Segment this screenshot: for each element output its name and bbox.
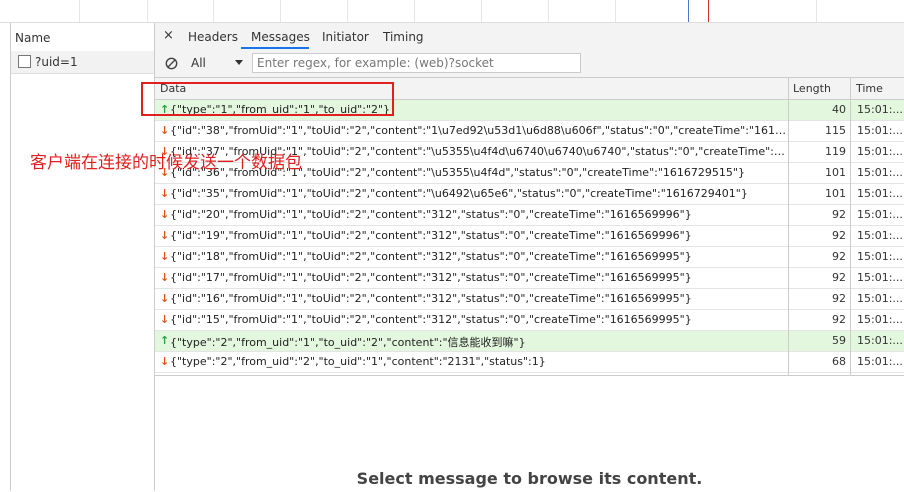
message-filter-input[interactable] (252, 53, 581, 73)
received-message-row[interactable]: ↓ {"id":"38","fromUid":"1","toUid":"2","c… (155, 121, 904, 142)
message-time: 15:01:... (857, 166, 902, 179)
message-data: {"type":"2","from_uid":"2","to_uid":"1",… (170, 355, 546, 368)
message-content-pane: Select message to browse its content. (155, 375, 904, 492)
dom-content-loaded-marker (688, 0, 689, 22)
name-column-header[interactable]: Name (11, 23, 154, 52)
empty-message-hint: Select message to browse its content. (356, 469, 703, 488)
received-message-row[interactable]: ↓ {"id":"18","fromUid":"1","toUid":"2","c… (155, 247, 904, 268)
received-message-row[interactable]: ↓ {"type":"2","from_uid":"2","to_uid":"1"… (155, 352, 904, 373)
message-data: {"id":"17","fromUid":"1","toUid":"2","co… (170, 271, 692, 284)
arrow-down-icon: ↓ (160, 229, 170, 242)
message-length: 101 (825, 166, 846, 179)
message-time: 15:01:... (857, 229, 902, 242)
active-tab-indicator (241, 47, 309, 49)
sent-message-row[interactable]: ↑ {"type":"2","from_uid":"1","to_uid":"2"… (155, 331, 904, 352)
message-time: 15:01:... (857, 334, 902, 347)
arrow-down-icon: ↓ (160, 355, 170, 368)
message-length: 68 (832, 355, 846, 368)
chevron-down-icon[interactable] (235, 60, 243, 66)
arrow-up-icon: ↑ (160, 334, 170, 347)
message-time: 15:01:... (857, 271, 902, 284)
message-data: {"type":"2","from_uid":"1","to_uid":"2",… (170, 336, 526, 349)
message-time: 15:01:... (857, 313, 902, 326)
request-checkbox[interactable] (18, 55, 31, 68)
message-time: 15:01:... (857, 208, 902, 221)
received-message-row[interactable]: ↓ {"id":"15","fromUid":"1","toUid":"2","c… (155, 310, 904, 331)
arrow-down-icon: ↓ (160, 313, 170, 326)
timeline-gridline (79, 0, 80, 22)
message-data: {"id":"35","fromUid":"1","toUid":"2","co… (170, 187, 748, 200)
message-time: 15:01:... (857, 145, 902, 158)
tab-timing[interactable]: Timing (383, 30, 424, 44)
message-length: 40 (832, 103, 846, 116)
arrow-down-icon: ↓ (160, 271, 170, 284)
message-type-select[interactable]: All (191, 56, 206, 70)
message-data: {"id":"18","fromUid":"1","toUid":"2","co… (170, 250, 692, 263)
timeline-gridline (147, 0, 148, 22)
timeline-gridline (280, 0, 281, 22)
message-data: {"id":"19","fromUid":"1","toUid":"2","co… (170, 229, 692, 242)
arrow-down-icon: ↓ (160, 292, 170, 305)
message-length: 92 (832, 208, 846, 221)
clear-messages-icon[interactable] (165, 57, 178, 70)
load-event-marker (708, 0, 709, 22)
message-length: 115 (825, 124, 846, 137)
request-list: Name ?uid=1 (10, 23, 155, 491)
message-length: 92 (832, 313, 846, 326)
message-time: 15:01:... (857, 103, 902, 116)
received-message-row[interactable]: ↓ {"id":"17","fromUid":"1","toUid":"2","c… (155, 268, 904, 289)
timeline-gridline (347, 0, 348, 22)
column-divider (850, 78, 851, 375)
message-length: 92 (832, 250, 846, 263)
length-column-header[interactable]: Length (793, 82, 831, 95)
message-length: 119 (825, 145, 846, 158)
message-length: 92 (832, 229, 846, 242)
received-message-row[interactable]: ↓ {"id":"35","fromUid":"1","toUid":"2","c… (155, 184, 904, 205)
arrow-down-icon: ↓ (160, 187, 170, 200)
timeline-gridline (213, 0, 214, 22)
annotation-highlight-box (141, 82, 394, 116)
message-filter-bar: All (155, 50, 904, 78)
message-length: 59 (832, 334, 846, 347)
tab-headers[interactable]: Headers (188, 30, 238, 44)
timeline-gridline (481, 0, 482, 22)
received-message-row[interactable]: ↓ {"id":"20","fromUid":"1","toUid":"2","c… (155, 205, 904, 226)
received-message-row[interactable]: ↓ {"id":"16","fromUid":"1","toUid":"2","c… (155, 289, 904, 310)
network-timeline-overview[interactable] (0, 0, 904, 23)
timeline-gridline (816, 0, 817, 22)
received-message-row[interactable]: ↓ {"id":"19","fromUid":"1","toUid":"2","c… (155, 226, 904, 247)
message-length: 92 (832, 271, 846, 284)
message-length: 101 (825, 187, 846, 200)
arrow-down-icon: ↓ (160, 250, 170, 263)
request-row[interactable]: ?uid=1 (11, 51, 154, 74)
message-data: {"id":"38","fromUid":"1","toUid":"2","co… (170, 124, 788, 137)
arrow-down-icon: ↓ (160, 208, 170, 221)
message-data: {"id":"20","fromUid":"1","toUid":"2","co… (170, 208, 692, 221)
time-column-header[interactable]: Time (856, 82, 883, 95)
detail-tab-bar: × Headers Messages Initiator Timing (155, 23, 904, 51)
message-time: 15:01:... (857, 292, 902, 305)
timeline-gridline (548, 0, 549, 22)
message-data: {"id":"16","fromUid":"1","toUid":"2","co… (170, 292, 692, 305)
tab-messages[interactable]: Messages (251, 30, 310, 44)
message-length: 92 (832, 292, 846, 305)
message-time: 15:01:... (857, 355, 902, 368)
arrow-down-icon: ↓ (160, 124, 170, 137)
timeline-gridline (615, 0, 616, 22)
annotation-text: 客户端在连接的时候发送一个数据包 (30, 153, 302, 173)
close-icon[interactable]: × (163, 28, 174, 43)
messages-table: Data Length Time ↑ {"type":"1","from_uid"… (155, 78, 904, 375)
timeline-gridline (414, 0, 415, 22)
message-data: {"id":"15","fromUid":"1","toUid":"2","co… (170, 313, 692, 326)
column-divider (788, 78, 789, 375)
message-time: 15:01:... (857, 250, 902, 263)
message-time: 15:01:... (857, 187, 902, 200)
tab-initiator[interactable]: Initiator (322, 30, 369, 44)
request-name: ?uid=1 (35, 55, 78, 69)
name-column-label: Name (15, 31, 51, 45)
message-time: 15:01:... (857, 124, 902, 137)
